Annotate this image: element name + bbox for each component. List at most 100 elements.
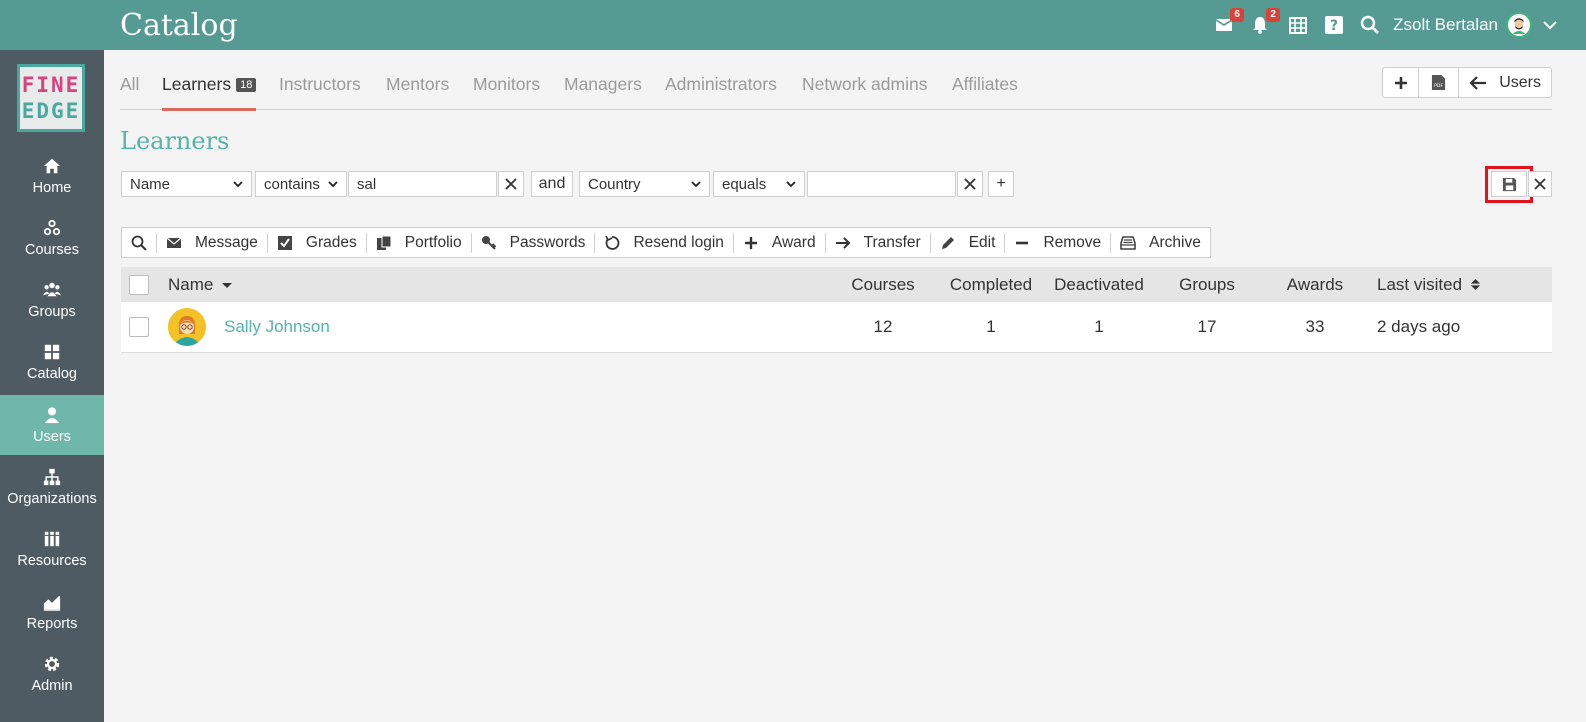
back-to-users-button[interactable]: Users xyxy=(1459,68,1551,97)
top-bar: Catalog 6 2 ? Zsolt Bertalan xyxy=(0,0,1586,50)
home-icon xyxy=(43,158,61,173)
filter-field-select[interactable]: Name xyxy=(121,171,252,197)
tab-managers[interactable]: Managers xyxy=(564,74,642,95)
filter-field-select-2[interactable]: Country xyxy=(579,171,710,197)
column-header-groups[interactable]: Groups xyxy=(1167,267,1247,302)
svg-text:?: ? xyxy=(1330,18,1338,34)
minus-icon xyxy=(1016,241,1029,244)
chevron-down-icon xyxy=(691,181,701,188)
tab-monitors[interactable]: Monitors xyxy=(473,74,540,95)
filter-operator-select-2[interactable]: equals xyxy=(713,171,805,197)
archive-button[interactable]: Archive xyxy=(1111,233,1210,253)
close-filter-button[interactable] xyxy=(1528,171,1552,197)
column-header-deactivated[interactable]: Deactivated xyxy=(1047,267,1151,302)
reports-icon xyxy=(43,595,61,611)
filter-joiner[interactable]: and xyxy=(531,171,573,197)
sort-down-icon xyxy=(222,282,233,288)
column-header-courses[interactable]: Courses xyxy=(843,267,923,302)
pencil-icon xyxy=(941,236,954,249)
sort-icon xyxy=(1470,279,1481,290)
passwords-button[interactable]: Passwords xyxy=(472,232,596,253)
org-icon xyxy=(43,468,61,485)
filter-operator-select[interactable]: contains xyxy=(255,171,347,197)
user-name[interactable]: Zsolt Bertalan xyxy=(1393,15,1498,35)
sidebar-item-resources[interactable]: Resources xyxy=(0,519,104,579)
table-header: Name Courses Completed Deactivated Group… xyxy=(121,267,1552,302)
tab-network-admins[interactable]: Network admins xyxy=(802,74,927,95)
search-icon[interactable] xyxy=(1359,14,1381,36)
chevron-down-icon xyxy=(328,181,338,188)
fine-edge-logo[interactable]: FINE EDGE xyxy=(17,64,85,132)
refresh-icon xyxy=(605,235,620,250)
mail-icon[interactable]: 6 xyxy=(1213,8,1245,36)
svg-text:PDF: PDF xyxy=(1434,83,1443,89)
search-icon xyxy=(131,235,147,251)
resources-icon xyxy=(44,531,60,546)
sidebar-item-catalog[interactable]: Catalog xyxy=(0,332,104,392)
edit-button[interactable]: Edit xyxy=(931,232,1006,253)
chevron-down-icon xyxy=(233,181,243,188)
tab-administrators[interactable]: Administrators xyxy=(665,74,777,95)
cell-deactivated: 1 xyxy=(1094,317,1104,336)
transfer-button[interactable]: Transfer xyxy=(826,232,931,253)
close-icon xyxy=(505,178,517,190)
cell-awards: 33 xyxy=(1305,317,1325,336)
tab-instructors[interactable]: Instructors xyxy=(279,74,361,95)
filter-value-input[interactable]: sal xyxy=(348,171,497,197)
row-checkbox[interactable] xyxy=(129,317,149,337)
filter-value-input-2[interactable] xyxy=(807,171,956,197)
sidebar-item-organizations[interactable]: Organizations xyxy=(0,457,104,517)
export-pdf-button[interactable]: PDF xyxy=(1419,68,1460,97)
help-icon[interactable]: ? xyxy=(1323,14,1345,36)
close-icon xyxy=(1534,178,1546,190)
user-name-link[interactable]: Sally Johnson xyxy=(224,317,330,337)
tab-affiliates[interactable]: Affiliates xyxy=(952,74,1018,95)
avatar[interactable] xyxy=(168,308,206,346)
sidebar-item-reports[interactable]: Reports xyxy=(0,582,104,642)
column-header-awards[interactable]: Awards xyxy=(1275,267,1355,302)
learners-count-badge: 18 xyxy=(236,78,257,92)
cell-completed: 1 xyxy=(986,317,996,336)
search-button[interactable] xyxy=(122,232,157,253)
user-avatar[interactable] xyxy=(1506,12,1532,38)
gear-icon xyxy=(44,656,60,671)
column-header-name[interactable]: Name xyxy=(168,267,233,302)
chevron-down-icon[interactable] xyxy=(1542,17,1558,33)
floppy-icon xyxy=(1502,177,1516,191)
add-user-button[interactable] xyxy=(1383,68,1420,97)
cell-last-visited: 2 days ago xyxy=(1377,317,1461,336)
tab-all[interactable]: All xyxy=(120,74,139,95)
portfolio-button[interactable]: Portfolio xyxy=(367,232,472,253)
sidebar-item-groups[interactable]: Groups xyxy=(0,270,104,330)
tab-mentors[interactable]: Mentors xyxy=(386,74,449,95)
column-header-completed[interactable]: Completed xyxy=(941,267,1041,302)
page-title: Learners xyxy=(120,127,230,155)
calendar-icon[interactable] xyxy=(1287,14,1309,36)
courses-icon xyxy=(43,219,61,235)
table-row: Sally Johnson 12 1 1 17 33 2 days ago xyxy=(121,302,1552,353)
bell-icon[interactable]: 2 xyxy=(1249,8,1281,36)
notification-badge: 2 xyxy=(1266,8,1281,22)
sidebar-item-users[interactable]: Users xyxy=(0,395,104,455)
checkbox-icon xyxy=(277,235,292,250)
pdf-icon: PDF xyxy=(1432,75,1446,90)
resend-login-button[interactable]: Resend login xyxy=(595,232,734,253)
catalog-icon xyxy=(44,344,60,359)
save-filter-button[interactable] xyxy=(1491,171,1527,197)
sidebar-item-courses[interactable]: Courses xyxy=(0,208,104,268)
sidebar-item-home[interactable]: Home xyxy=(0,146,104,206)
sidebar-item-admin[interactable]: Admin xyxy=(0,644,104,704)
tab-learners[interactable]: Learners 18 xyxy=(162,74,257,111)
clear-filter-button[interactable] xyxy=(498,171,524,197)
remove-button[interactable]: Remove xyxy=(1005,232,1112,253)
key-icon xyxy=(481,235,496,250)
add-filter-button[interactable]: + xyxy=(988,171,1014,197)
grades-button[interactable]: Grades xyxy=(268,232,367,253)
column-header-last-visited[interactable]: Last visited xyxy=(1377,267,1481,302)
select-all-checkbox[interactable] xyxy=(129,274,149,295)
sidebar: FINE EDGE Home Courses Groups Catalog Us… xyxy=(0,50,104,722)
user-icon xyxy=(44,406,60,423)
message-button[interactable]: Message xyxy=(157,232,268,253)
clear-filter-button-2[interactable] xyxy=(957,171,983,197)
award-button[interactable]: Award xyxy=(734,232,826,253)
